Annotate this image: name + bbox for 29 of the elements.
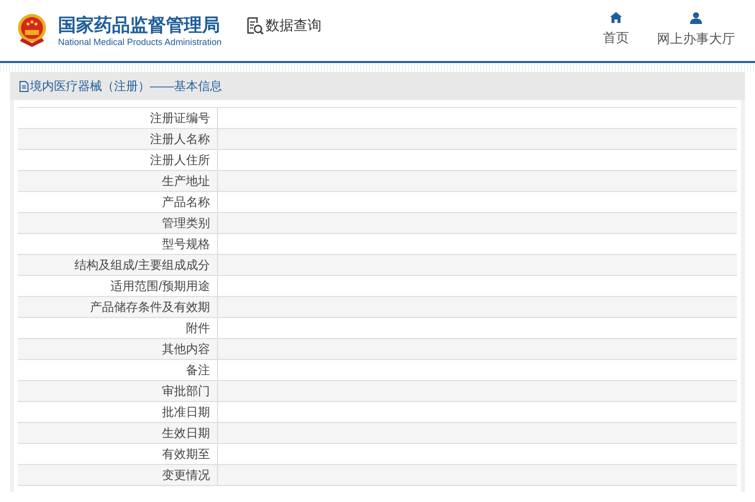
field-label: 型号规格 [18,234,218,254]
site-title: 国家药品监督管理局 [58,14,221,36]
home-icon [610,12,622,24]
field-label: 产品名称 [18,192,218,212]
emblem-logo [16,12,48,48]
field-label: 注册证编号 [18,108,218,128]
field-label: 管理类别 [18,213,218,233]
field-label: 产品储存条件及有效期 [18,297,218,317]
document-icon [19,80,29,92]
data-query-link[interactable]: 数据查询 [246,15,322,36]
nav-link[interactable]: 网上办事大厅 [657,12,735,49]
field-label: 备注 [18,360,218,380]
field-label: 批准日期 [18,402,218,422]
field-label: 生产地址 [18,171,218,191]
search-document-icon [246,16,264,34]
field-label: 其他内容 [18,339,218,359]
field-label: 附件 [18,318,218,338]
field-label: 适用范围/预期用途 [18,276,218,296]
field-label: 变更情况 [18,465,218,485]
field-label: 审批部门 [18,381,218,401]
field-label: 有效期至 [18,444,218,464]
field-label: 注册人名称 [18,129,218,149]
user-icon [690,12,702,24]
field-label: 生效日期 [18,423,218,443]
nav-link[interactable]: 首页 [603,12,629,49]
field-label: 结构及组成/主要组成成分 [18,255,218,275]
panel-title: 境内医疗器械（注册）——基本信息 [19,77,222,95]
site-subtitle: National Medical Products Administration [58,36,222,48]
field-label: 注册人住所 [18,150,218,170]
